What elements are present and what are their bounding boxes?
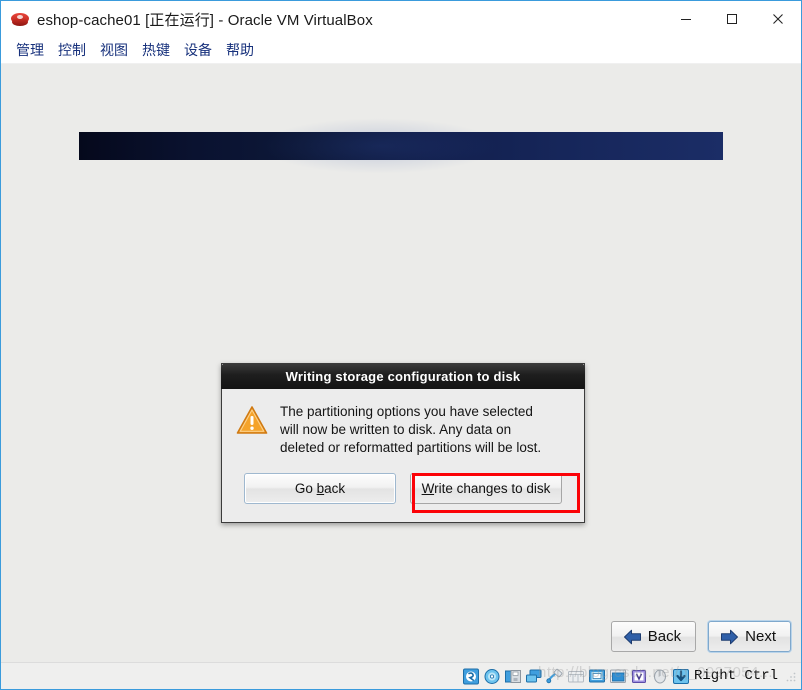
virtualization-icon[interactable] [630, 668, 648, 685]
back-button-label: Back [647, 628, 682, 645]
display-icon[interactable] [588, 668, 606, 685]
cd-dvd-icon[interactable] [483, 668, 501, 685]
dialog-message: The partitioning options you have select… [280, 403, 541, 457]
write-changes-label-suffix: rite changes to disk [434, 481, 551, 496]
minimize-icon [681, 19, 691, 20]
virtualbox-icon [11, 10, 29, 28]
maximize-button[interactable] [709, 1, 755, 37]
go-back-label-mnemonic: b [316, 481, 325, 496]
menu-item-manage[interactable]: 管理 [9, 37, 51, 63]
arrow-right-icon [721, 629, 739, 644]
menu-item-view[interactable]: 视图 [93, 37, 135, 63]
warning-triangle-icon [236, 406, 268, 434]
status-icon-group [462, 668, 690, 685]
close-icon [773, 14, 783, 24]
menu-item-help[interactable]: 帮助 [219, 37, 261, 63]
host-key-icon[interactable] [672, 668, 690, 685]
maximize-icon [727, 14, 737, 24]
dialog-title: Writing storage configuration to disk [221, 363, 585, 389]
next-button[interactable]: Next [708, 621, 791, 652]
dialog-message-line-2: will now be written to disk. Any data on [280, 422, 512, 437]
dialog-message-line-1: The partitioning options you have select… [280, 404, 533, 419]
hard-disk-icon[interactable] [462, 668, 480, 685]
minimize-button[interactable] [663, 1, 709, 37]
window-title: eshop-cache01 [正在运行] - Oracle VM Virtual… [37, 11, 373, 29]
menubar: 管理 控制 视图 热键 设备 帮助 [1, 37, 801, 64]
dialog-body: The partitioning options you have select… [222, 389, 584, 457]
window-controls [663, 1, 801, 37]
installer-nav-buttons: Back Next [610, 621, 791, 652]
installer-banner [79, 118, 723, 174]
video-capture-icon[interactable] [609, 668, 627, 685]
arrow-left-icon [623, 629, 641, 644]
shared-folders-icon[interactable] [567, 668, 585, 685]
host-key-label: Right Ctrl [693, 668, 778, 684]
write-changes-label-mnemonic: W [421, 481, 435, 496]
vm-screen[interactable]: Writing storage configuration to disk Th… [1, 64, 801, 662]
go-back-button[interactable]: Go back [244, 473, 396, 504]
network-icon[interactable] [525, 668, 543, 685]
dialog-button-row: Go back Write changes to disk [222, 457, 584, 522]
floppy-icon[interactable] [504, 668, 522, 685]
close-button[interactable] [755, 1, 801, 37]
next-button-label: Next [745, 628, 776, 645]
virtualbox-window: eshop-cache01 [正在运行] - Oracle VM Virtual… [0, 0, 802, 690]
menu-item-hotkeys[interactable]: 热键 [135, 37, 177, 63]
resize-grip[interactable] [786, 671, 797, 682]
window-titlebar: eshop-cache01 [正在运行] - Oracle VM Virtual… [1, 1, 801, 37]
statusbar: http://blog.csdn.net/q_0927054... Right … [1, 662, 801, 689]
back-button[interactable]: Back [610, 621, 697, 652]
menu-item-control[interactable]: 控制 [51, 37, 93, 63]
menu-item-devices[interactable]: 设备 [177, 37, 219, 63]
write-changes-to-disk-button[interactable]: Write changes to disk [410, 473, 562, 504]
usb-icon[interactable] [546, 668, 564, 685]
go-back-label-prefix: Go [294, 481, 317, 496]
mouse-icon[interactable] [651, 668, 669, 685]
go-back-label-suffix: ack [324, 481, 346, 496]
dialog-message-line-3: deleted or reformatted partitions will b… [280, 440, 542, 455]
write-changes-dialog: Writing storage configuration to disk Th… [221, 363, 585, 523]
